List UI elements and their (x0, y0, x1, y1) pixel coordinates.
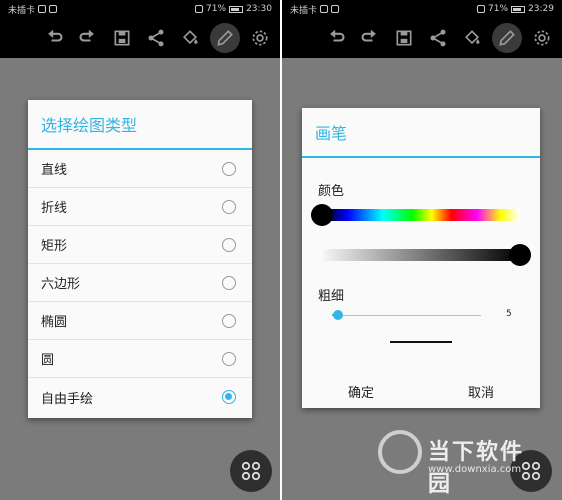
radio-button[interactable] (222, 313, 236, 328)
save-icon[interactable] (108, 24, 136, 52)
battery-icon (511, 5, 526, 13)
option-label: 自由手绘 (41, 391, 94, 407)
carrier-text: 未插卡 (8, 5, 36, 16)
bluetooth-icon (195, 5, 204, 13)
clock: 23:29 (528, 4, 554, 14)
fill-bucket-icon[interactable] (458, 24, 486, 52)
battery-percent: 71% (488, 4, 509, 14)
thickness-thumb[interactable] (333, 310, 343, 320)
pencil-icon[interactable] (492, 23, 522, 53)
save-icon[interactable] (390, 24, 418, 52)
radio-button-checked[interactable] (222, 390, 236, 404)
carrier-text: 未插卡 (290, 5, 318, 16)
option-freehand[interactable]: 自由手绘 (28, 378, 252, 416)
sim-icon (320, 5, 329, 13)
radio-button[interactable] (222, 199, 236, 214)
toolbar (0, 18, 280, 58)
option-label: 折线 (41, 201, 68, 216)
battery-percent: 71% (206, 4, 227, 14)
hue-knob[interactable] (311, 204, 333, 226)
stroke-preview (390, 341, 452, 343)
option-circle[interactable]: 圆 (28, 340, 252, 378)
hue-slider[interactable] (324, 209, 520, 221)
wifi-icon (49, 5, 58, 13)
status-bar: 未插卡 71% 23:29 (282, 0, 562, 18)
sim-icon (38, 5, 47, 13)
undo-icon[interactable] (322, 24, 350, 52)
option-hexagon[interactable]: 六边形 (28, 264, 252, 302)
radio-button[interactable] (222, 275, 236, 290)
option-label: 矩形 (41, 239, 68, 254)
redo-icon[interactable] (74, 24, 102, 52)
share-icon[interactable] (142, 24, 170, 52)
pen-dialog: 画笔 颜色 粗细 5 确定 取消 (302, 108, 540, 408)
battery-icon (229, 5, 244, 13)
radio-button[interactable] (222, 161, 236, 176)
wifi-icon (331, 5, 340, 13)
dialog-title: 选择绘图类型 (28, 100, 252, 150)
brightness-knob[interactable] (509, 244, 531, 266)
option-polyline[interactable]: 折线 (28, 188, 252, 226)
settings-icon[interactable] (528, 24, 556, 52)
thickness-label: 粗细 (318, 289, 345, 304)
option-ellipse[interactable]: 椭圆 (28, 302, 252, 340)
watermark-url: www.downxia.com (428, 464, 522, 475)
toolbar (282, 18, 562, 58)
right-screen: 未插卡 71% 23:29 画笔 颜色 粗细 5 确定 取消 (282, 0, 562, 500)
cancel-button[interactable]: 取消 (468, 382, 494, 401)
color-label: 颜色 (318, 184, 345, 199)
pencil-icon[interactable] (210, 23, 240, 53)
status-bar: 未插卡 71% 23:30 (0, 0, 280, 18)
watermark-logo-icon (378, 430, 422, 474)
option-rectangle[interactable]: 矩形 (28, 226, 252, 264)
fill-bucket-icon[interactable] (176, 24, 204, 52)
radio-button[interactable] (222, 351, 236, 366)
option-list: 直线 折线 矩形 六边形 椭圆 圆 自由手绘 (28, 150, 252, 416)
option-label: 直线 (41, 163, 68, 178)
left-screen: 未插卡 71% 23:30 选择绘图类型 直线 折线 矩形 六边形 椭圆 圆 自… (0, 0, 280, 500)
confirm-button[interactable]: 确定 (348, 382, 374, 401)
settings-icon[interactable] (246, 24, 274, 52)
apps-icon (241, 461, 261, 481)
undo-icon[interactable] (40, 24, 68, 52)
option-line[interactable]: 直线 (28, 150, 252, 188)
watermark: 当下软件园 www.downxia.com (378, 430, 538, 497)
clock: 23:30 (246, 4, 272, 14)
thickness-track[interactable] (336, 315, 481, 316)
bluetooth-icon (477, 5, 486, 13)
brightness-slider[interactable] (324, 249, 520, 261)
redo-icon[interactable] (356, 24, 384, 52)
option-label: 椭圆 (41, 315, 68, 330)
thickness-value: 5 (506, 309, 512, 319)
option-label: 六边形 (41, 277, 81, 292)
share-icon[interactable] (424, 24, 452, 52)
dialog-title: 画笔 (302, 108, 540, 158)
radio-button[interactable] (222, 237, 236, 252)
option-label: 圆 (41, 353, 55, 368)
draw-type-dialog: 选择绘图类型 直线 折线 矩形 六边形 椭圆 圆 自由手绘 (28, 100, 252, 418)
menu-fab[interactable] (230, 450, 272, 492)
